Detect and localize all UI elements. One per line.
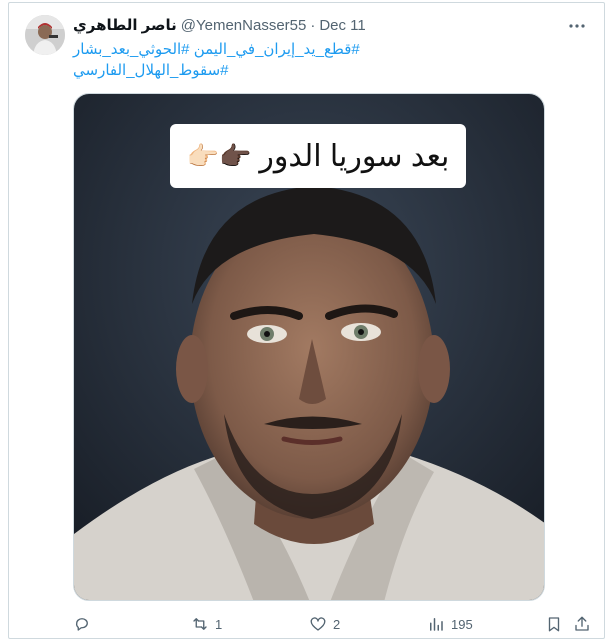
repost-count: 1 [215, 616, 223, 632]
views-count: 195 [451, 616, 473, 632]
image-caption: بعد سوريا الدور 👉🏿👉🏻 [170, 124, 466, 188]
reply-icon [75, 618, 88, 631]
reply-button[interactable] [73, 615, 97, 633]
repost-icon [193, 618, 207, 630]
avatar-image [25, 15, 65, 55]
share-button[interactable] [573, 615, 597, 633]
repost-button[interactable]: 1 [191, 615, 222, 633]
hashtags-line-1[interactable]: #قطع_يد_إيران_في_اليمن #الحوثي_بعد_بشار [73, 39, 433, 60]
tweet-text: #قطع_يد_إيران_في_اليمن #الحوثي_بعد_بشار … [73, 39, 433, 81]
share-icon [575, 616, 589, 631]
like-count: 2 [333, 616, 341, 632]
more-horizontal-icon[interactable] [566, 15, 588, 37]
image-caption-text: بعد سوريا الدور [259, 139, 450, 173]
tweet-date[interactable]: Dec 11 [319, 16, 365, 36]
pointing-hands-emoji: 👉🏿👉🏻 [186, 140, 252, 171]
tweet-header: ناصر الطاهري @YemenNasser55 · Dec 11 [73, 16, 366, 36]
author-handle[interactable]: @YemenNasser55 [181, 16, 307, 36]
views-button[interactable]: 195 [427, 615, 473, 633]
avatar[interactable] [25, 15, 65, 55]
bookmark-button[interactable] [545, 615, 569, 633]
tweet-image[interactable]: بعد سوريا الدور 👉🏿👉🏻 [73, 93, 545, 601]
hashtags-line-2[interactable]: #سقوط_الهلال_الفارسي [73, 60, 433, 81]
tweet-actions: 1 2 195 [73, 615, 593, 635]
heart-icon [310, 617, 326, 631]
bookmark-icon [548, 617, 560, 632]
author-name[interactable]: ناصر الطاهري [73, 16, 177, 36]
tweet-card[interactable]: ناصر الطاهري @YemenNasser55 · Dec 11 #قط… [8, 2, 605, 639]
separator-dot: · [310, 17, 316, 34]
like-button[interactable]: 2 [309, 615, 340, 633]
views-icon [430, 618, 443, 631]
